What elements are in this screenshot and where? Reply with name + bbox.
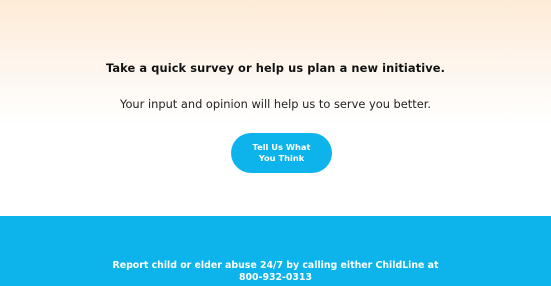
tell-us-what-you-think-button[interactable]: Tell Us What You Think <box>231 133 332 173</box>
abuse-report-line: Report child or elder abuse 24/7 by call… <box>112 260 439 271</box>
survey-section: Take a quick survey or help us plan a ne… <box>0 0 551 216</box>
abuse-report-notice: Report child or elder abuse 24/7 by call… <box>0 260 551 283</box>
childline-phone-number[interactable]: 800-932-0313 <box>0 272 551 284</box>
footer-band: Report child or elder abuse 24/7 by call… <box>0 216 551 286</box>
page: Take a quick survey or help us plan a ne… <box>0 0 551 286</box>
survey-heading: Take a quick survey or help us plan a ne… <box>105 61 446 75</box>
survey-subtext: Your input and opinion will help us to s… <box>120 97 431 111</box>
cta-button-label: Tell Us What You Think <box>252 142 311 163</box>
